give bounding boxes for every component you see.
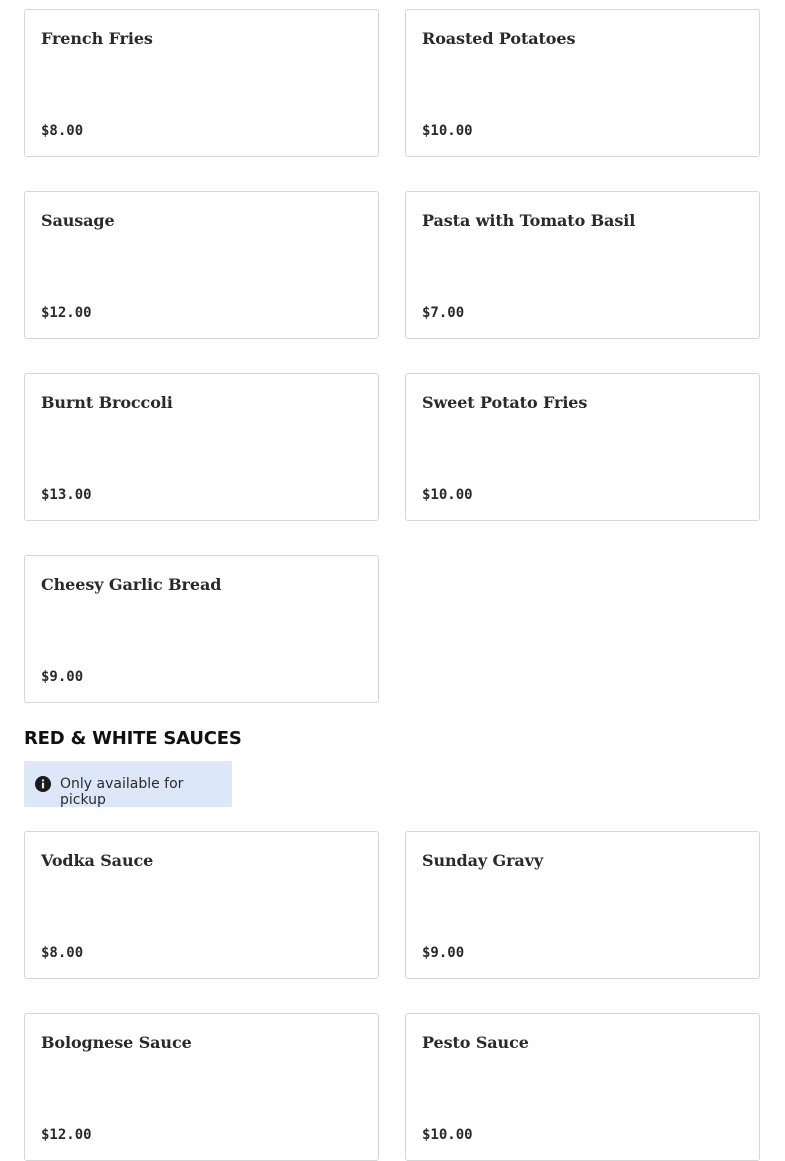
menu-item-name: Burnt Broccoli xyxy=(41,393,173,412)
menu-item-price: $12.00 xyxy=(41,1127,92,1143)
menu-item-name: Pasta with Tomato Basil xyxy=(422,211,636,230)
menu-item-name: Vodka Sauce xyxy=(41,851,154,870)
menu-item-price: $9.00 xyxy=(41,669,84,685)
menu-item-card[interactable]: Bolognese Sauce $12.00 xyxy=(24,1013,379,1161)
menu-item-card[interactable]: Sunday Gravy $9.00 xyxy=(405,831,760,979)
menu-item-price: $8.00 xyxy=(41,945,84,961)
menu-item-card[interactable]: Pasta with Tomato Basil $7.00 xyxy=(405,191,760,339)
menu-item-name: Roasted Potatoes xyxy=(422,29,576,48)
menu-item-price: $13.00 xyxy=(41,487,92,503)
menu-item-price: $9.00 xyxy=(422,945,465,961)
menu-item-name: French Fries xyxy=(41,29,153,48)
info-icon xyxy=(35,776,51,792)
pickup-notice: Only available for pickup xyxy=(24,761,232,808)
notice-text: Only available for pickup xyxy=(60,776,184,808)
menu-item-card[interactable]: French Fries $8.00 xyxy=(24,9,379,157)
menu-item-price: $7.00 xyxy=(422,305,465,321)
menu-item-card[interactable]: Pesto Sauce $10.00 xyxy=(405,1013,760,1161)
menu-item-price: $10.00 xyxy=(422,123,473,139)
menu-item-card[interactable]: Roasted Potatoes $10.00 xyxy=(405,9,760,157)
menu-item-name: Bolognese Sauce xyxy=(41,1033,192,1052)
menu-item-card[interactable]: Cheesy Garlic Bread $9.00 xyxy=(24,555,379,703)
menu-item-name: Cheesy Garlic Bread xyxy=(41,575,222,594)
menu-item-name: Sausage xyxy=(41,211,115,230)
menu-item-card[interactable]: Vodka Sauce $8.00 xyxy=(24,831,379,979)
menu-item-card[interactable]: Sweet Potato Fries $10.00 xyxy=(405,373,760,521)
menu-item-card[interactable]: Sausage $12.00 xyxy=(24,191,379,339)
menu-item-name: Sweet Potato Fries xyxy=(422,393,588,412)
menu-item-price: $8.00 xyxy=(41,123,84,139)
menu-item-price: $10.00 xyxy=(422,487,473,503)
section-title: RED & WHITE SAUCES xyxy=(24,728,242,749)
menu-item-card[interactable]: Burnt Broccoli $13.00 xyxy=(24,373,379,521)
menu-item-price: $10.00 xyxy=(422,1127,473,1143)
menu-item-name: Sunday Gravy xyxy=(422,851,544,870)
menu-item-name: Pesto Sauce xyxy=(422,1033,529,1052)
menu-item-price: $12.00 xyxy=(41,305,92,321)
